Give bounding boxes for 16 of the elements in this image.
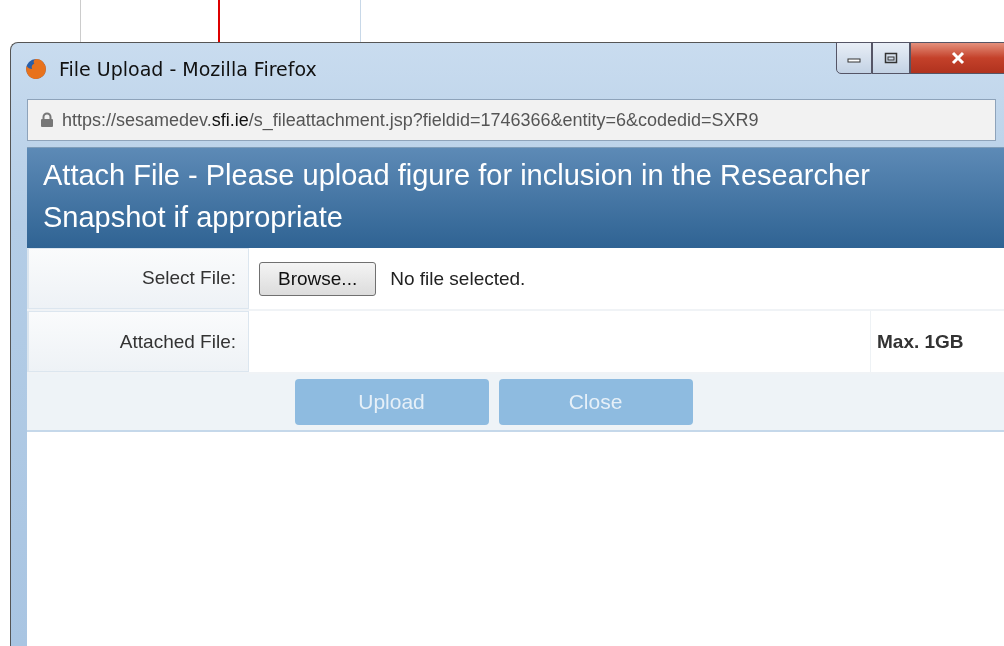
maximize-button[interactable] bbox=[872, 42, 910, 74]
close-button[interactable] bbox=[910, 42, 1004, 74]
lock-icon bbox=[40, 112, 54, 128]
minimize-button[interactable] bbox=[836, 42, 872, 74]
file-status: No file selected. bbox=[390, 267, 526, 290]
restore-icon bbox=[884, 52, 898, 64]
address-bar[interactable]: https://sesamedev.sfi.ie/s_fileattachment.jsp?fieldid=1746366&entity=6&codedid=SXR9 bbox=[27, 99, 996, 141]
close-icon bbox=[949, 51, 966, 65]
window-title: File Upload - Mozilla Firefox bbox=[59, 58, 317, 80]
field-label: Select File: bbox=[27, 248, 249, 309]
size-limit: Max. 1GB bbox=[870, 311, 1004, 372]
field-label: Attached File: bbox=[27, 311, 249, 372]
globe-icon bbox=[25, 58, 47, 80]
browse-button[interactable]: Browse... bbox=[259, 261, 377, 296]
url-text: https://sesamedev.sfi.ie/s_fileattachment.jsp?fieldid=1746366&entity=6&codedid=SXR9 bbox=[62, 109, 759, 131]
header-title: Attach File - Please upload figure for inclusion in the Researcher Snapshot if appropriate bbox=[43, 158, 871, 235]
